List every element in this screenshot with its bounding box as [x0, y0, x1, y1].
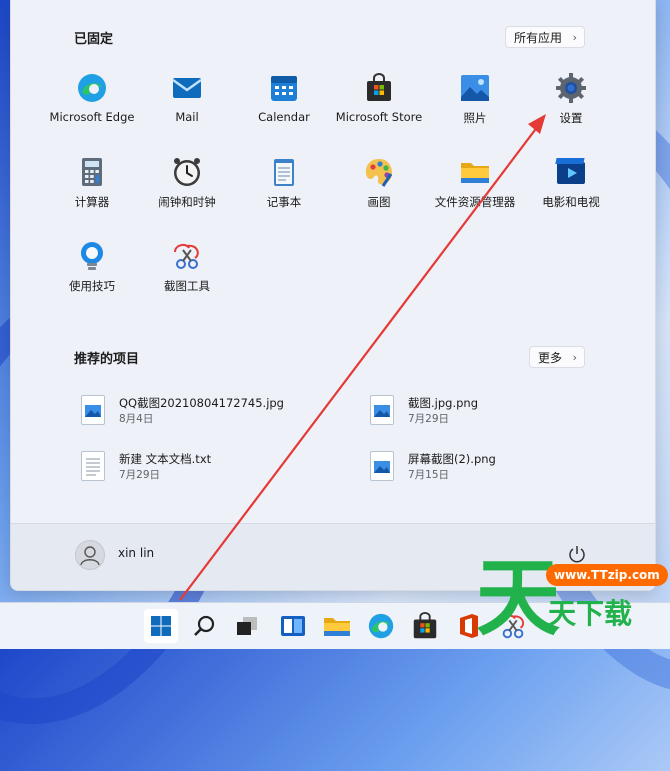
app-mail[interactable]: Mail: [139, 72, 235, 124]
more-label: 更多: [538, 351, 563, 365]
paint-icon: [363, 156, 395, 188]
clock-icon: [171, 156, 203, 188]
app-label: Microsoft Edge: [49, 110, 135, 124]
app-label: 文件资源管理器: [434, 195, 516, 209]
all-apps-label: 所有应用: [514, 31, 563, 45]
app-label: Calendar: [258, 110, 310, 124]
watermark-url: www.TTzip.com: [546, 564, 668, 586]
edge-icon[interactable]: [366, 611, 396, 641]
file-date: 7月29日: [119, 469, 161, 481]
task-view-icon[interactable]: [232, 611, 262, 641]
calculator-icon: [76, 156, 108, 188]
photos-icon: [459, 72, 491, 104]
file-name: QQ截图20210804172745.jpg: [119, 396, 284, 410]
app-microsoft-edge[interactable]: Microsoft Edge: [44, 72, 140, 124]
file-name: 截图.jpg.png: [408, 396, 478, 410]
text-file-icon: [81, 451, 105, 481]
app-label: 照片: [463, 111, 487, 125]
file-date: 7月29日: [408, 413, 450, 425]
chevron-right-icon: ›: [572, 351, 578, 364]
app-paint[interactable]: 画图: [331, 156, 427, 210]
app-label: Mail: [175, 110, 199, 124]
notepad-icon: [268, 156, 300, 188]
image-file-icon: [81, 395, 105, 425]
app-alarms-clock[interactable]: 闹钟和时钟: [139, 156, 235, 210]
app-snipping-tool[interactable]: 截图工具: [139, 240, 235, 294]
app-label: 电影和电视: [542, 195, 600, 209]
user-avatar-icon[interactable]: [75, 540, 105, 570]
more-button[interactable]: 更多 ›: [529, 346, 586, 368]
app-label: 闹钟和时钟: [158, 195, 216, 209]
all-apps-button[interactable]: 所有应用 ›: [505, 26, 586, 48]
tips-icon: [76, 240, 108, 272]
file-date: 7月15日: [408, 469, 450, 481]
pinned-title: 已固定: [74, 32, 114, 47]
search-icon[interactable]: [190, 611, 220, 641]
app-label: 计算器: [74, 195, 110, 209]
start-icon[interactable]: [144, 609, 178, 643]
app-microsoft-store[interactable]: Microsoft Store: [331, 72, 427, 124]
widgets-icon[interactable]: [278, 611, 308, 641]
calendar-icon: [268, 72, 300, 104]
app-photos[interactable]: 照片: [427, 72, 523, 126]
image-file-icon: [370, 395, 394, 425]
app-label: 记事本: [266, 195, 302, 209]
app-movies-tv[interactable]: 电影和电视: [523, 156, 619, 210]
app-label: 截图工具: [164, 279, 210, 293]
file-explorer-icon[interactable]: [322, 611, 352, 641]
app-label: Microsoft Store: [335, 110, 423, 124]
app-label: 设置: [559, 111, 583, 125]
file-name: 屏幕截图(2).png: [408, 452, 496, 466]
app-tips[interactable]: 使用技巧: [44, 240, 140, 294]
recommended-title: 推荐的项目: [74, 352, 140, 367]
app-calendar[interactable]: Calendar: [236, 72, 332, 124]
mail-icon: [171, 72, 203, 104]
app-calculator[interactable]: 计算器: [44, 156, 140, 210]
edge-icon: [76, 72, 108, 104]
app-label: 画图: [367, 195, 391, 209]
snipping-tool-icon: [171, 240, 203, 272]
store-icon: [363, 72, 395, 104]
app-settings[interactable]: 设置: [523, 72, 619, 126]
folder-icon: [459, 156, 491, 188]
app-label: 使用技巧: [69, 279, 115, 293]
watermark-text: 天下载: [548, 597, 633, 630]
user-name[interactable]: xin lin: [118, 546, 154, 560]
image-file-icon: [370, 451, 394, 481]
settings-gear-icon: [555, 72, 587, 104]
movies-icon: [555, 156, 587, 188]
file-name: 新建 文本文档.txt: [119, 452, 212, 466]
app-notepad[interactable]: 记事本: [236, 156, 332, 210]
chevron-right-icon: ›: [572, 31, 578, 44]
app-file-explorer[interactable]: 文件资源管理器: [418, 156, 532, 210]
watermark: 天 www.TTzip.com 天下载: [476, 548, 670, 648]
file-date: 8月4日: [119, 413, 154, 425]
store-icon[interactable]: [410, 611, 440, 641]
start-menu: 已固定 所有应用 › Microsoft Edge Mail Calendar …: [10, 0, 656, 591]
